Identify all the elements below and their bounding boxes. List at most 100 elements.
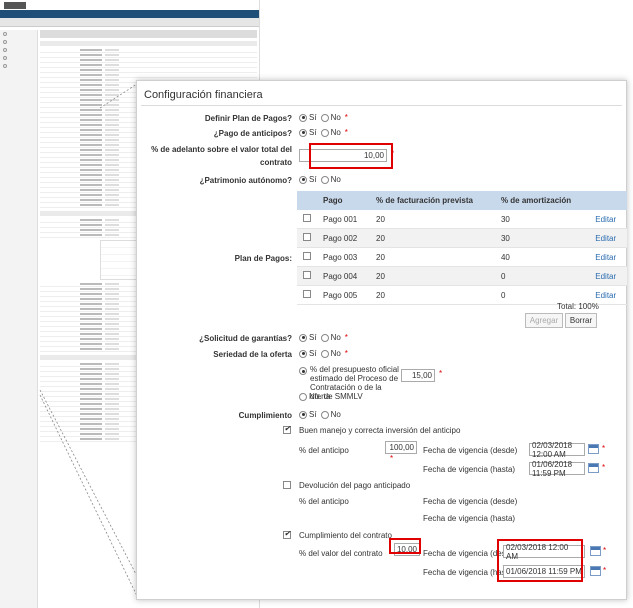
patrimonio-si-radio[interactable]: Sí (299, 175, 317, 184)
thumb-sidebar-item (0, 54, 37, 62)
contrato-label: Cumplimiento del contrato (299, 531, 392, 540)
highlight-box (309, 143, 393, 169)
row-checkbox[interactable] (303, 290, 311, 298)
required-mark: * (602, 463, 606, 472)
col-facturacion: % de facturación prevista (370, 191, 495, 210)
thumb-sidebar (0, 30, 38, 608)
buen-manejo-desde-label: Fecha de vigencia (desde) (423, 446, 518, 455)
buen-manejo-label: Buen manejo y correcta inversión del ant… (299, 426, 461, 435)
cell-amort: 0 (494, 266, 590, 286)
table-row: Pago 001 20 30 Editar (297, 210, 627, 229)
radio-label: No (330, 333, 341, 342)
radio-label: No (330, 128, 341, 137)
table-row: Pago 002 20 30 Editar (297, 228, 627, 248)
required-mark: * (344, 128, 348, 137)
anticipos-label: ¿Pago de anticipos? (213, 129, 292, 138)
cell-amort: 30 (494, 228, 590, 248)
thumb-sidebar-item (0, 62, 37, 70)
buen-manejo-desde-input[interactable]: 02/03/2018 12:00 AM (529, 441, 585, 459)
seriedad-opt1-radio[interactable] (299, 367, 307, 375)
required-mark: * (603, 566, 607, 575)
devolucion-desde-label: Fecha de vigencia (desde) (423, 497, 518, 506)
radio-label: No (330, 410, 341, 419)
row-checkbox[interactable] (303, 252, 311, 260)
contrato-checkbox[interactable] (283, 529, 291, 539)
cumplimiento-si-radio[interactable]: Sí (299, 410, 317, 419)
patrimonio-no-radio[interactable]: No (320, 175, 341, 184)
cell-pago: Pago 004 (317, 266, 371, 286)
radio-label: Sí (309, 113, 317, 122)
calendar-icon[interactable] (590, 546, 601, 556)
seriedad-label: Seriedad de la oferta (213, 350, 292, 359)
cell-pago: Pago 005 (317, 285, 371, 305)
seriedad-opt2-radio[interactable]: No. de SMMLV (299, 392, 363, 401)
garantias-label: ¿Solicitud de garantías? (199, 334, 292, 343)
financial-config-panel: Configuración financiera Definir Plan de… (136, 80, 627, 600)
thumb-nav-bar (0, 10, 259, 18)
devolucion-pct-label: % del anticipo (299, 497, 349, 506)
seriedad-pct-input[interactable]: 15,00 (401, 369, 435, 382)
edit-link[interactable]: Editar (589, 228, 627, 248)
agregar-button[interactable]: Agregar (525, 313, 563, 328)
thumb-subheader (0, 18, 259, 27)
highlight-box (389, 538, 421, 554)
plan-pagos-si-radio[interactable]: Sí (299, 113, 317, 122)
anticipos-si-radio[interactable]: Sí (299, 128, 317, 137)
buen-manejo-checkbox[interactable] (283, 424, 291, 434)
row-checkbox[interactable] (303, 233, 311, 241)
radio-label: Sí (309, 349, 317, 358)
cumplimiento-label: Cumplimiento (238, 411, 292, 420)
anticipos-no-radio[interactable]: No * (320, 128, 348, 137)
required-mark: * (344, 349, 348, 358)
radio-label: No (330, 113, 341, 122)
garantias-no-radio[interactable]: No * (320, 333, 348, 342)
thumb-sidebar-item (0, 46, 37, 54)
edit-link[interactable]: Editar (589, 210, 627, 229)
buen-manejo-pct-label: % del anticipo (299, 446, 349, 455)
required-mark: * (344, 113, 348, 122)
required-mark: * (390, 454, 394, 463)
calendar-icon[interactable] (590, 566, 601, 576)
logo (4, 1, 26, 9)
row-checkbox[interactable] (303, 214, 311, 222)
radio-label: Sí (309, 410, 317, 419)
plan-pagos-no-radio[interactable]: No * (320, 113, 348, 122)
panel-title: Configuración financiera (141, 81, 622, 106)
seriedad-no-radio[interactable]: No * (320, 349, 348, 358)
thumb-sidebar-item (0, 38, 37, 46)
borrar-button[interactable]: Borrar (565, 313, 597, 328)
cell-pago: Pago 002 (317, 228, 371, 248)
row-checkbox[interactable] (303, 271, 311, 279)
radio-label: Sí (309, 333, 317, 342)
pagos-table: Pago % de facturación prevista % de amor… (297, 191, 627, 305)
thumb-header (0, 0, 259, 10)
radio-label: No (330, 175, 341, 184)
table-row: Pago 003 20 40 Editar (297, 247, 627, 267)
garantias-si-radio[interactable]: Sí (299, 333, 317, 342)
table-header-row: Pago % de facturación prevista % de amor… (297, 191, 627, 210)
radio-label: Sí (309, 175, 317, 184)
highlight-box (497, 539, 583, 582)
edit-link[interactable]: Editar (589, 266, 627, 286)
cell-pago: Pago 003 (317, 247, 371, 267)
buen-manejo-pct-input[interactable]: 100,00 (385, 441, 417, 454)
cell-amort: 40 (494, 247, 590, 267)
seriedad-si-radio[interactable]: Sí (299, 349, 317, 358)
cumplimiento-no-radio[interactable]: No (320, 410, 341, 419)
radio-label: No (330, 349, 341, 358)
devolucion-checkbox[interactable] (283, 481, 291, 489)
edit-link[interactable]: Editar (589, 247, 627, 267)
calendar-icon[interactable] (588, 444, 599, 454)
cell-pago: Pago 001 (317, 210, 371, 229)
col-amortizacion: % de amortización (494, 191, 590, 210)
adelanto-label-line1: % de adelanto sobre el valor total del (151, 145, 292, 154)
required-mark: * (344, 333, 348, 342)
plan-pagos-label: Definir Plan de Pagos? (204, 114, 292, 123)
radio-label: Sí (309, 128, 317, 137)
table-total: Total: 100% (557, 302, 599, 311)
cell-fact: 20 (370, 285, 495, 305)
calendar-icon[interactable] (588, 463, 599, 473)
col-action (589, 191, 627, 210)
required-mark: * (439, 369, 443, 378)
buen-manejo-hasta-input[interactable]: 01/06/2018 11:59 PM (529, 460, 585, 478)
